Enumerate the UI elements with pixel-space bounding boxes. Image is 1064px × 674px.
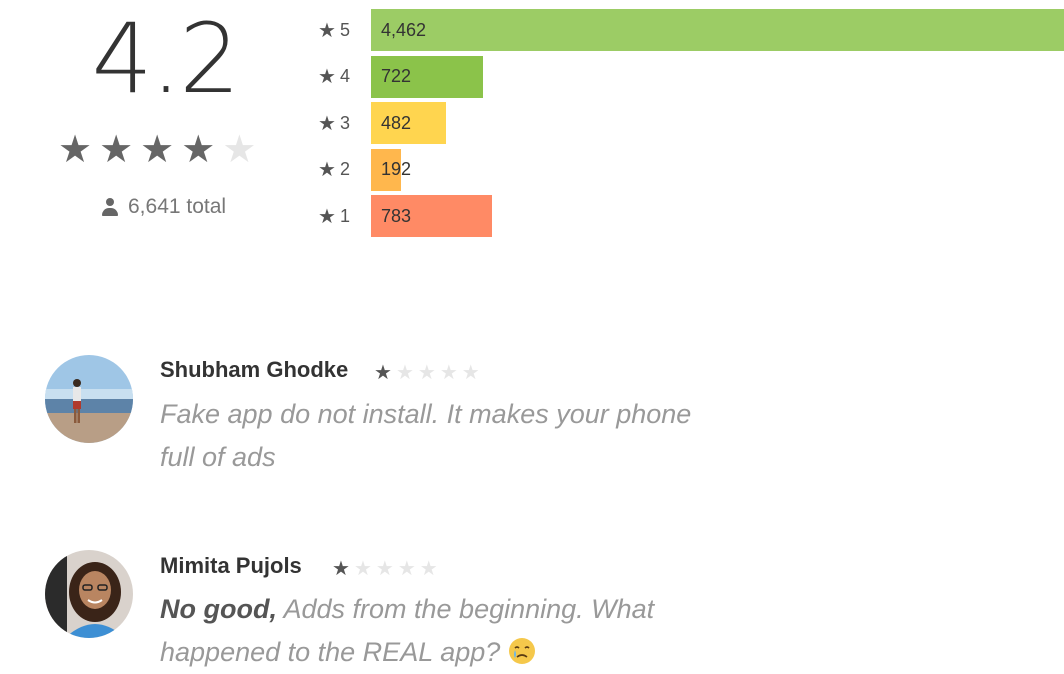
histogram-row-5: ★ 5 4,462 (318, 9, 1064, 56)
star-icon: ★ (318, 205, 336, 228)
star-empty-icon: ★ (375, 558, 394, 580)
star-icon: ★ (181, 129, 216, 171)
star-empty-icon: ★ (353, 558, 372, 580)
review-text: Fake app do not install. It makes your p… (160, 393, 720, 479)
crying-face-emoji-icon (508, 638, 535, 664)
histogram-count: 192 (381, 159, 412, 179)
total-ratings: 6,641 total (100, 195, 226, 219)
rating-histogram: ★ 5 4,462 ★ 4 722 ★ 3 482 ★ 2 192 ★ 1 783 (318, 9, 1064, 242)
star-icon: ★ (318, 19, 336, 42)
review-body: Fake app do not install. It makes your p… (160, 399, 692, 472)
star-icon: ★ (58, 129, 93, 171)
histogram-count: 722 (381, 66, 412, 86)
histogram-count: 4,462 (381, 19, 427, 40)
star-empty-icon: ★ (439, 362, 458, 384)
star-empty-icon: ★ (397, 558, 416, 580)
star-empty-icon: ★ (417, 362, 436, 384)
avatar[interactable] (45, 550, 133, 638)
review-body-bold: No good, (160, 594, 277, 624)
histogram-label: ★ 3 (318, 112, 350, 135)
histogram-label: ★ 5 (318, 19, 350, 42)
histogram-label: ★ 4 (318, 66, 350, 88)
star-icon: ★ (374, 362, 392, 384)
histogram-count: 783 (381, 205, 412, 226)
star-empty-icon: ★ (419, 558, 438, 580)
review-author: Mimita Pujols (160, 553, 302, 578)
star-icon: ★ (332, 558, 350, 580)
star-icon: ★ (318, 66, 336, 88)
review-author: Shubham Ghodke (160, 357, 349, 382)
rating-score: 4.2 (91, 3, 241, 115)
rating-stars: ★ ★ ★ ★ ★ (58, 128, 256, 172)
histogram-bar (371, 9, 1064, 51)
histogram-row-2: ★ 2 192 (318, 148, 1064, 196)
review-rating: ★ ★ ★ ★ ★ (374, 360, 480, 385)
person-icon (100, 197, 120, 217)
histogram-label: ★ 1 (318, 205, 350, 228)
star-empty-icon: ★ (461, 362, 480, 384)
star-empty-icon: ★ (395, 362, 414, 384)
histogram-count: 482 (381, 112, 412, 133)
star-icon: ★ (140, 129, 175, 171)
star-icon: ★ (318, 112, 336, 135)
histogram-row-4: ★ 4 722 (318, 55, 1064, 103)
star-icon: ★ (99, 129, 134, 171)
total-label: 6,641 total (128, 195, 227, 218)
avatar[interactable] (45, 355, 133, 443)
review-text: No good, Adds from the beginning. What h… (160, 588, 680, 674)
histogram-label: ★ 2 (318, 159, 350, 181)
histogram-row-1: ★ 1 783 (318, 195, 1064, 242)
histogram-row-3: ★ 3 482 (318, 102, 1064, 149)
review-rating: ★ ★ ★ ★ ★ (332, 556, 438, 581)
star-empty-icon: ★ (222, 129, 257, 171)
star-icon: ★ (318, 159, 336, 181)
